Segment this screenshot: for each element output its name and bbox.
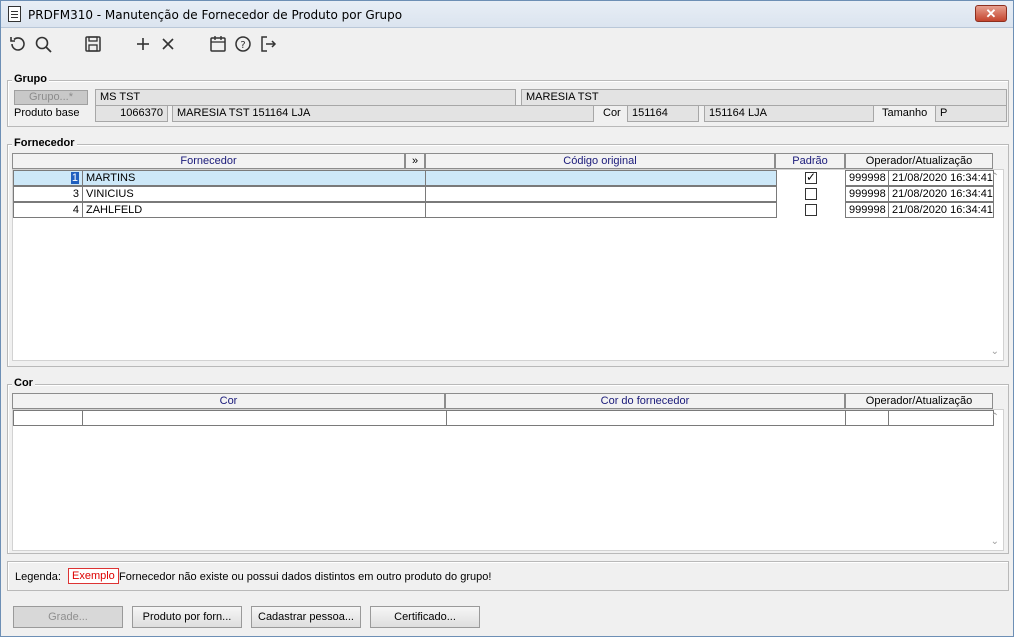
row-id: 4 <box>13 202 83 218</box>
row-id: 1 <box>13 170 83 186</box>
cor-section-label: Cor <box>12 377 35 389</box>
row-cor-fornecedor[interactable] <box>446 410 846 426</box>
table-row[interactable]: 1 MARTINS 999998 21/08/2020 16:34:41 <box>13 170 995 186</box>
row-data: 21/08/2020 16:34:41 <box>888 202 994 218</box>
column-padrao[interactable]: Padrão <box>775 153 845 169</box>
fornecedor-grid: 1 MARTINS 999998 21/08/2020 16:34:41 3 V… <box>12 169 1004 361</box>
delete-icon[interactable] <box>157 33 179 55</box>
help-icon[interactable]: ? <box>232 33 254 55</box>
scroll-down-icon[interactable]: ⌄ <box>991 536 999 547</box>
calendar-icon[interactable] <box>207 33 229 55</box>
row-fornecedor-name[interactable]: ZAHLFELD <box>82 202 426 218</box>
padrao-checkbox[interactable] <box>805 188 817 200</box>
row-codigo-original[interactable] <box>425 202 777 218</box>
legend-text: Fornecedor não existe ou possui dados di… <box>119 571 492 583</box>
padrao-checkbox[interactable] <box>805 204 817 216</box>
row-cor-desc[interactable] <box>82 410 447 426</box>
grupo-section-label: Grupo <box>12 73 49 85</box>
row-codigo-original[interactable] <box>425 186 777 202</box>
cor-label: Cor <box>603 107 621 119</box>
row-data: 21/08/2020 16:34:41 <box>888 186 994 202</box>
column-cor-fornecedor[interactable]: Cor do fornecedor <box>445 393 845 409</box>
row-codigo-original[interactable] <box>425 170 777 186</box>
scroll-up-icon[interactable]: ⌃ <box>991 412 999 423</box>
main-window: PRDFM310 - Manutenção de Fornecedor de P… <box>0 0 1014 637</box>
scroll-down-icon[interactable]: ⌄ <box>991 346 999 357</box>
close-button[interactable]: ✕ <box>975 5 1007 22</box>
undo-icon[interactable] <box>7 33 29 55</box>
cadastrar-pessoa-button[interactable]: Cadastrar pessoa... <box>251 606 361 628</box>
table-row[interactable]: 3 VINICIUS 999998 21/08/2020 16:34:41 <box>13 186 995 202</box>
column-codigo-original[interactable]: Código original <box>425 153 775 169</box>
legend-bar: Legenda: Exemplo Fornecedor não existe o… <box>7 561 1009 591</box>
grupo-code-field[interactable]: MS TST <box>95 89 516 106</box>
cor-code-field[interactable]: 151164 <box>627 105 699 122</box>
grupo-section: Grupo Grupo...* MS TST MARESIA TST Produ… <box>7 73 1009 127</box>
column-fornecedor[interactable]: Fornecedor <box>12 153 405 169</box>
padrao-checkbox[interactable] <box>805 170 817 184</box>
certificado-button[interactable]: Certificado... <box>370 606 480 628</box>
produto-por-forn-button[interactable]: Produto por forn... <box>132 606 242 628</box>
legend-label: Legenda: <box>15 571 61 583</box>
row-fornecedor-name[interactable]: VINICIUS <box>82 186 426 202</box>
grade-button[interactable]: Grade... <box>13 606 123 628</box>
produto-base-code-field[interactable]: 1066370 <box>95 105 168 122</box>
grupo-button[interactable]: Grupo...* <box>14 90 88 105</box>
grupo-desc-field: MARESIA TST <box>521 89 1007 106</box>
fornecedor-section: Fornecedor Fornecedor » Código original … <box>7 137 1009 367</box>
app-document-icon <box>8 6 21 22</box>
save-icon[interactable] <box>82 33 104 55</box>
expand-columns-button[interactable]: » <box>405 153 425 169</box>
title-bar: PRDFM310 - Manutenção de Fornecedor de P… <box>1 1 1013 28</box>
row-operador: 999998 <box>845 186 889 202</box>
toolbar: ? <box>1 29 1013 59</box>
window-title: PRDFM310 - Manutenção de Fornecedor de P… <box>28 8 403 22</box>
row-operador: 999998 <box>845 170 889 186</box>
tamanho-field[interactable]: P <box>935 105 1007 122</box>
tamanho-label: Tamanho <box>882 107 928 119</box>
cor-grid: ⌃ ⌄ <box>12 409 1004 551</box>
column-cor[interactable]: Cor <box>12 393 445 409</box>
row-data: 21/08/2020 16:34:41 <box>888 170 994 186</box>
svg-text:?: ? <box>240 40 245 51</box>
row-fornecedor-name[interactable]: MARTINS <box>82 170 426 186</box>
column-cor-operador[interactable]: Operador/Atualização <box>845 393 993 409</box>
table-row[interactable] <box>13 410 995 426</box>
search-icon[interactable] <box>32 33 54 55</box>
scroll-up-icon[interactable]: ⌃ <box>991 172 999 183</box>
produto-base-label: Produto base <box>14 107 80 119</box>
table-row[interactable]: 4 ZAHLFELD 999998 21/08/2020 16:34:41 <box>13 202 995 218</box>
row-operador: 999998 <box>845 202 889 218</box>
produto-base-desc-field: MARESIA TST 151164 LJA <box>172 105 594 122</box>
fornecedor-section-label: Fornecedor <box>12 137 77 149</box>
legend-example-badge: Exemplo <box>68 568 119 584</box>
row-cor-code[interactable] <box>13 410 83 426</box>
cor-section: Cor Cor Cor do fornecedor Operador/Atual… <box>7 377 1009 554</box>
cor-desc-field: 151164 LJA <box>704 105 874 122</box>
row-id: 3 <box>13 186 83 202</box>
row-cor-data <box>888 410 994 426</box>
exit-icon[interactable] <box>257 33 279 55</box>
row-cor-operador <box>845 410 889 426</box>
column-operador[interactable]: Operador/Atualização <box>845 153 993 169</box>
add-icon[interactable] <box>132 33 154 55</box>
